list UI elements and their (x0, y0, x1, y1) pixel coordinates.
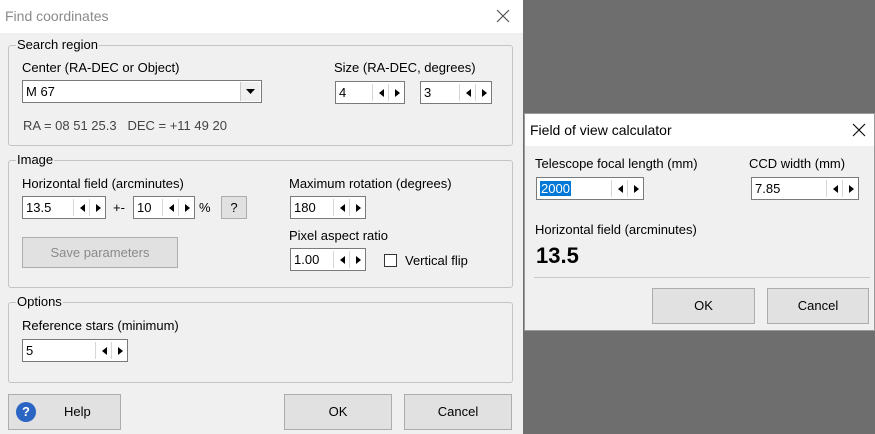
percent-label: % (199, 200, 211, 215)
fov-ok-button[interactable]: OK (652, 288, 755, 324)
group-legend: Search region (16, 37, 99, 53)
focal-length-spinbox[interactable]: 2000 (536, 177, 644, 200)
fov-hfield-label: Horizontal field (arcminutes) (535, 222, 697, 237)
group-legend: Options (16, 294, 63, 310)
hfield-spinbox[interactable]: 13.5 (22, 196, 106, 219)
ok-button[interactable]: OK (284, 394, 392, 430)
fov-calculator-button[interactable]: ? (221, 196, 247, 219)
rotation-label: Maximum rotation (degrees) (289, 176, 452, 191)
spin-right-icon[interactable] (349, 199, 367, 216)
size-ra-spinbox[interactable]: 4 (335, 81, 405, 104)
size-ra-value: 4 (339, 85, 347, 100)
spin-right-icon[interactable] (178, 199, 196, 216)
fov-calculator-dialog: Field of view calculator Telescope focal… (524, 113, 875, 331)
hfield-label: Horizontal field (arcminutes) (22, 176, 184, 191)
save-parameters-button[interactable]: Save parameters (22, 237, 178, 268)
ccd-width-spinbox[interactable]: 7.85 (751, 177, 859, 200)
size-dec-value: 3 (424, 85, 432, 100)
cancel-button[interactable]: Cancel (404, 394, 512, 430)
ccd-width-label: CCD width (mm) (749, 156, 846, 171)
chevron-down-icon[interactable] (240, 82, 260, 101)
tolerance-spinbox[interactable]: 10 (133, 196, 195, 219)
fov-cancel-button[interactable]: Cancel (767, 288, 869, 324)
rotation-spinbox[interactable]: 180 (290, 196, 366, 219)
center-combobox[interactable]: M 67 (22, 80, 262, 103)
spin-right-icon[interactable] (111, 342, 129, 359)
help-button-label: Help (64, 404, 91, 419)
spin-right-icon[interactable] (388, 84, 406, 101)
focal-length-value: 2000 (540, 181, 571, 196)
help-button[interactable]: ? Help (8, 394, 121, 430)
focal-length-label: Telescope focal length (mm) (535, 156, 698, 171)
vertical-flip-label: Vertical flip (405, 253, 468, 268)
spin-right-icon[interactable] (842, 180, 860, 197)
title-bar: Field of view calculator (525, 114, 874, 146)
size-dec-spinbox[interactable]: 3 (420, 81, 492, 104)
spin-right-icon[interactable] (89, 199, 107, 216)
spin-right-icon[interactable] (349, 251, 367, 268)
ra-dec-readout: RA = 08 51 25.3 DEC = +11 49 20 (23, 118, 227, 133)
help-icon: ? (16, 402, 36, 422)
reference-stars-label: Reference stars (minimum) (22, 318, 179, 333)
dialog-title: Field of view calculator (530, 122, 672, 138)
center-value: M 67 (26, 84, 55, 99)
hfield-value: 13.5 (26, 200, 52, 215)
spin-right-icon[interactable] (475, 84, 493, 101)
center-label: Center (RA-DEC or Object) (22, 60, 180, 75)
fov-hfield-result: 13.5 (536, 243, 579, 268)
aspect-label: Pixel aspect ratio (289, 228, 388, 243)
close-icon[interactable] (496, 9, 512, 25)
plus-minus-label: +- (113, 200, 125, 215)
ccd-width-value: 7.85 (755, 181, 781, 196)
close-icon[interactable] (852, 123, 868, 139)
spin-right-icon[interactable] (627, 180, 645, 197)
title-bar: Find coordinates (0, 0, 523, 33)
aspect-value: 1.00 (294, 252, 320, 267)
reference-stars-spinbox[interactable]: 5 (22, 339, 128, 362)
rotation-value: 180 (294, 200, 316, 215)
aspect-spinbox[interactable]: 1.00 (290, 248, 366, 271)
size-label: Size (RA-DEC, degrees) (334, 60, 476, 75)
separator (534, 277, 870, 278)
tolerance-value: 10 (137, 200, 152, 215)
vertical-flip-checkbox[interactable] (384, 254, 397, 267)
reference-stars-value: 5 (26, 343, 34, 358)
group-legend: Image (16, 152, 55, 168)
find-coordinates-dialog: Find coordinates Search region Center (R… (0, 0, 523, 434)
dialog-title: Find coordinates (5, 8, 109, 24)
